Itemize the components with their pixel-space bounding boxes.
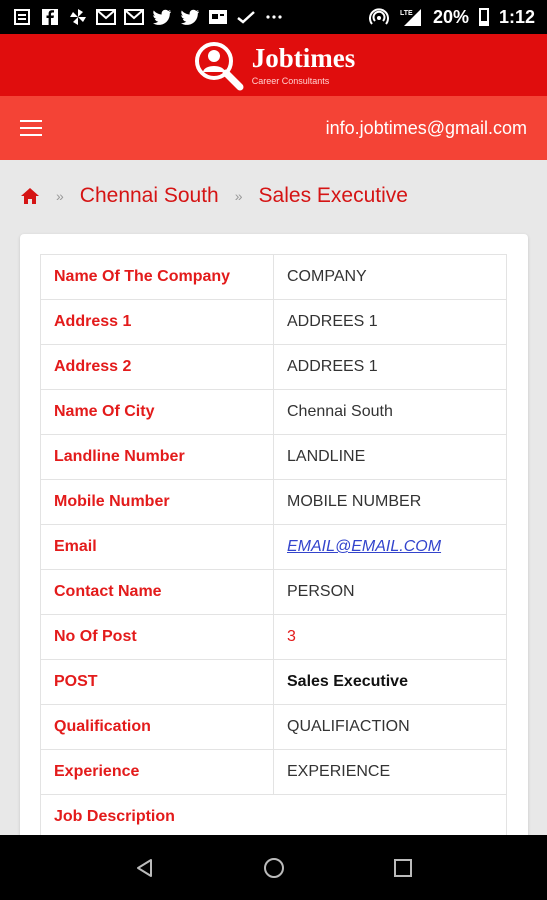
post-label: POST: [40, 659, 274, 705]
brand-header: Jobtimes Career Consultants: [0, 34, 547, 96]
email-link[interactable]: EMAIL@EMAIL.COM: [287, 538, 441, 555]
table-row: Job Description: [40, 794, 507, 840]
breadcrumb-separator: »: [234, 188, 243, 204]
twitter-icon: [152, 8, 172, 26]
signal-icon: LTE: [399, 8, 423, 26]
contact-name-value: PERSON: [273, 569, 507, 615]
logo[interactable]: Jobtimes Career Consultants: [192, 39, 356, 91]
table-row: Qualification QUALIFIACTION: [40, 704, 507, 750]
post-value: Sales Executive: [273, 659, 507, 705]
pinwheel-icon: [68, 8, 88, 26]
menu-icon[interactable]: [20, 120, 42, 136]
home-button-icon[interactable]: [254, 848, 294, 888]
home-icon[interactable]: [20, 187, 40, 205]
experience-label: Experience: [40, 749, 274, 795]
job-details-card: Name Of The Company COMPANY Address 1 AD…: [20, 234, 528, 854]
hotspot-icon: [368, 8, 389, 26]
facebook-icon: [40, 8, 60, 26]
card-icon: [208, 8, 228, 26]
contact-name-label: Contact Name: [40, 569, 274, 615]
table-row: Experience EXPERIENCE: [40, 749, 507, 795]
brand-subtitle: Career Consultants: [251, 76, 330, 86]
table-row: Address 1 ADDREES 1: [40, 299, 507, 345]
table-row: No Of Post 3: [40, 614, 507, 660]
table-row: Address 2 ADDREES 1: [40, 344, 507, 390]
address1-value: ADDREES 1: [273, 299, 507, 345]
company-label: Name Of The Company: [40, 254, 274, 300]
city-value: Chennai South: [273, 389, 507, 435]
table-row: Contact Name PERSON: [40, 569, 507, 615]
email-label: Email: [40, 524, 274, 570]
table-row: Mobile Number MOBILE NUMBER: [40, 479, 507, 525]
mail-icon: [124, 8, 144, 26]
clock-time: 1:12: [498, 6, 535, 27]
qualification-label: Qualification: [40, 704, 274, 750]
breadcrumb-city[interactable]: Chennai South: [80, 184, 219, 208]
lte-label: LTE: [400, 10, 413, 17]
email-cell: EMAIL@EMAIL.COM: [273, 524, 507, 570]
job-details-table: Name Of The Company COMPANY Address 1 AD…: [40, 254, 507, 840]
contact-email[interactable]: info.jobtimes@gmail.com: [326, 118, 527, 139]
twitter-icon: [180, 8, 200, 26]
back-icon[interactable]: [125, 848, 165, 888]
table-row: Email EMAIL@EMAIL.COM: [40, 524, 507, 570]
status-bar: LTE 20% 1:12: [0, 0, 547, 34]
company-value: COMPANY: [273, 254, 507, 300]
nav-bar: info.jobtimes@gmail.com: [0, 96, 547, 160]
city-label: Name Of City: [40, 389, 274, 435]
more-icon: [264, 8, 284, 26]
table-row: Name Of City Chennai South: [40, 389, 507, 435]
battery-icon: [478, 8, 489, 26]
logo-magnifier-icon: [192, 39, 244, 91]
address1-label: Address 1: [40, 299, 274, 345]
breadcrumb-job[interactable]: Sales Executive: [259, 184, 408, 208]
mobile-label: Mobile Number: [40, 479, 274, 525]
system-nav-bar: [0, 835, 547, 900]
notes-icon: [12, 8, 32, 26]
recents-icon[interactable]: [383, 848, 423, 888]
breadcrumb: » Chennai South » Sales Executive: [20, 184, 408, 208]
posts-count-label: No Of Post: [40, 614, 274, 660]
breadcrumb-separator: »: [56, 188, 64, 204]
landline-value: LANDLINE: [273, 434, 507, 480]
experience-value: EXPERIENCE: [273, 749, 507, 795]
address2-label: Address 2: [40, 344, 274, 390]
table-row: POST Sales Executive: [40, 659, 507, 705]
table-row: Name Of The Company COMPANY: [40, 254, 507, 300]
job-description-label: Job Description: [40, 794, 507, 840]
brand-title: Jobtimes: [251, 43, 356, 73]
mail-icon: [96, 8, 116, 26]
notification-icons: [12, 8, 284, 26]
posts-count-value: 3: [273, 614, 507, 660]
landline-label: Landline Number: [40, 434, 274, 480]
qualification-value: QUALIFIACTION: [273, 704, 507, 750]
table-row: Landline Number LANDLINE: [40, 434, 507, 480]
check-icon: [236, 8, 256, 26]
mobile-value: MOBILE NUMBER: [273, 479, 507, 525]
battery-percent: 20%: [432, 6, 469, 27]
address2-value: ADDREES 1: [273, 344, 507, 390]
